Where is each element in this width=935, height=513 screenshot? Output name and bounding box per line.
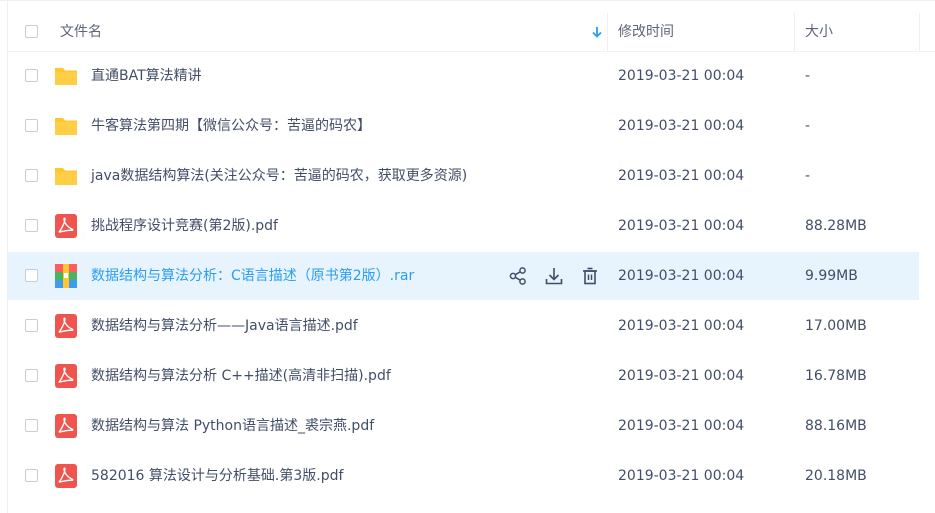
file-modified-date: 2019-03-21 00:04 <box>618 268 745 284</box>
column-header-name[interactable]: 文件名 <box>60 13 102 51</box>
file-name[interactable]: 挑战程序设计竞赛(第2版).pdf <box>91 202 278 250</box>
file-modified-date: 2019-03-21 00:04 <box>618 368 745 384</box>
file-name[interactable]: java数据结构算法(关注公众号：苦逼的码农，获取更多资源) <box>91 152 467 200</box>
file-size: - <box>805 68 811 84</box>
file-size: 88.16MB <box>805 418 867 434</box>
column-separator <box>794 13 795 51</box>
row-checkbox[interactable] <box>25 169 38 182</box>
file-size: 17.00MB <box>805 318 867 334</box>
file-modified-date: 2019-03-21 00:04 <box>618 168 745 184</box>
file-size: - <box>805 168 811 184</box>
file-size: 16.78MB <box>805 368 867 384</box>
row-checkbox[interactable] <box>25 319 38 332</box>
file-row[interactable]: 数据结构与算法分析——Java语言描述.pdf 2019-03-21 00:04 1… <box>8 302 919 350</box>
file-row[interactable]: 数据结构与算法分析 C++描述(高清非扫描).pdf 2019-03-21 00:… <box>8 352 919 400</box>
file-name[interactable]: 牛客算法第四期【微信公众号：苦逼的码农】 <box>91 102 371 150</box>
file-modified-date: 2019-03-21 00:04 <box>618 218 745 234</box>
file-size: 9.99MB <box>805 268 858 284</box>
row-checkbox[interactable] <box>25 369 38 382</box>
file-row[interactable]: java数据结构算法(关注公众号：苦逼的码农，获取更多资源) 2019-03-21… <box>8 152 919 200</box>
share-icon[interactable] <box>508 266 528 286</box>
file-size: - <box>805 118 811 134</box>
select-all-checkbox[interactable] <box>25 25 38 38</box>
row-checkbox[interactable] <box>25 219 38 232</box>
folder-icon <box>54 114 78 138</box>
column-separator <box>919 13 920 51</box>
pdf-icon <box>54 364 78 388</box>
folder-icon <box>54 64 78 88</box>
pdf-icon <box>54 414 78 438</box>
file-name[interactable]: 数据结构与算法分析 C++描述(高清非扫描).pdf <box>91 352 391 400</box>
pdf-icon <box>54 464 78 488</box>
file-row[interactable]: 牛客算法第四期【微信公众号：苦逼的码农】 2019-03-21 00:04 - <box>8 102 919 150</box>
row-checkbox[interactable] <box>25 269 38 282</box>
column-header-size[interactable]: 大小 <box>805 13 833 51</box>
file-row[interactable]: 数据结构与算法 Python语言描述_裘宗燕.pdf 2019-03-21 00:… <box>8 402 919 450</box>
file-row[interactable]: 数据结构与算法分析：C语言描述（原书第2版）.rar 2019-03-21 00:… <box>8 252 919 300</box>
file-modified-date: 2019-03-21 00:04 <box>618 468 745 484</box>
file-size: 20.18MB <box>805 468 867 484</box>
column-separator <box>607 13 608 51</box>
file-row[interactable]: 挑战程序设计竞赛(第2版).pdf 2019-03-21 00:04 88.28MB <box>8 202 919 250</box>
file-modified-date: 2019-03-21 00:04 <box>618 68 745 84</box>
file-name[interactable]: 数据结构与算法 Python语言描述_裘宗燕.pdf <box>91 402 374 450</box>
file-list-header: 文件名 修改时间 大小 <box>8 13 935 52</box>
sort-descending-icon[interactable] <box>590 25 604 39</box>
column-header-modified[interactable]: 修改时间 <box>618 13 674 51</box>
file-name[interactable]: 直通BAT算法精讲 <box>91 52 202 100</box>
row-checkbox[interactable] <box>25 419 38 432</box>
pdf-icon <box>54 214 78 238</box>
file-modified-date: 2019-03-21 00:04 <box>618 418 745 434</box>
row-checkbox[interactable] <box>25 119 38 132</box>
row-checkbox[interactable] <box>25 69 38 82</box>
file-name[interactable]: 数据结构与算法分析——Java语言描述.pdf <box>91 302 358 350</box>
pdf-icon <box>54 314 78 338</box>
file-row[interactable]: 直通BAT算法精讲 2019-03-21 00:04 - <box>8 52 919 100</box>
top-divider <box>0 0 935 1</box>
archive-icon <box>54 264 78 288</box>
download-icon[interactable] <box>544 266 564 286</box>
file-name[interactable]: 数据结构与算法分析：C语言描述（原书第2版）.rar <box>91 252 414 300</box>
row-checkbox[interactable] <box>25 469 38 482</box>
file-modified-date: 2019-03-21 00:04 <box>618 318 745 334</box>
folder-icon <box>54 164 78 188</box>
delete-icon[interactable] <box>580 266 600 286</box>
file-modified-date: 2019-03-21 00:04 <box>618 118 745 134</box>
file-name[interactable]: 582016 算法设计与分析基础.第3版.pdf <box>91 452 343 500</box>
file-row[interactable]: 582016 算法设计与分析基础.第3版.pdf 2019-03-21 00:04… <box>8 452 919 500</box>
file-size: 88.28MB <box>805 218 867 234</box>
